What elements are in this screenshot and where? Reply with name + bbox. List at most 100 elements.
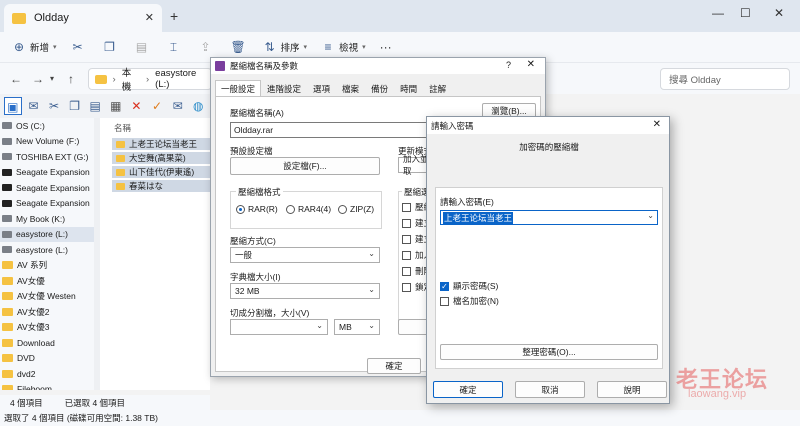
- view-label: 檢視: [339, 43, 359, 54]
- sidebar-item[interactable]: Seagate Expansion: [0, 180, 94, 196]
- file-row[interactable]: 大空舞(高果菜): [112, 152, 214, 164]
- maximize-button[interactable]: ☐: [740, 6, 751, 20]
- ok-button[interactable]: 確定: [433, 381, 503, 398]
- chevron-down-icon: ⌄: [368, 285, 375, 294]
- split-unit-value: MB: [339, 322, 352, 332]
- sidebar-item[interactable]: easystore (L:): [0, 242, 94, 258]
- sidebar-item[interactable]: Download: [0, 335, 94, 351]
- dictionary-size-select[interactable]: 32 MB ⌄: [230, 283, 380, 299]
- sidebar-item[interactable]: easystore (L:): [0, 226, 94, 242]
- archive-name-input[interactable]: Oldday.rar: [230, 122, 430, 138]
- sidebar-item[interactable]: Fileboom: [0, 382, 94, 390]
- external-drive-icon: [2, 199, 12, 207]
- sidebar-item[interactable]: AV女優2: [0, 304, 94, 320]
- share-button[interactable]: ⇪: [199, 40, 217, 54]
- checkmark-icon[interactable]: ✓: [148, 97, 166, 115]
- item-count-bar: 4 個項目 已選取 4 個項目: [0, 395, 210, 410]
- history-chevron-icon[interactable]: ▾: [50, 74, 54, 83]
- paste-icon[interactable]: ▤: [86, 97, 104, 115]
- format-rar4-radio[interactable]: RAR4(4): [286, 204, 331, 214]
- sidebar-item[interactable]: New Volume (F:): [0, 134, 94, 150]
- ok-button[interactable]: 確定: [367, 358, 421, 374]
- help-icon[interactable]: ?: [506, 60, 511, 70]
- sidebar-item[interactable]: DVD: [0, 351, 94, 367]
- crumb-drive[interactable]: easystore (L:): [155, 68, 211, 90]
- tab-close-button[interactable]: ✕: [145, 11, 154, 24]
- scissors-icon[interactable]: ✂: [45, 97, 63, 115]
- globe-icon[interactable]: ◍: [189, 97, 207, 115]
- sidebar-item[interactable]: AV女優3: [0, 320, 94, 336]
- method-label: 壓縮方式(C): [230, 236, 276, 246]
- delete-x-icon[interactable]: ✕: [128, 97, 146, 115]
- method-select[interactable]: 一般 ⌄: [230, 247, 380, 263]
- column-header-name[interactable]: 名稱: [114, 122, 131, 134]
- panel-icon[interactable]: ▣: [4, 97, 22, 115]
- sidebar-item[interactable]: OS (C:): [0, 118, 94, 134]
- search-input[interactable]: 搜尋 Oldday: [660, 68, 790, 90]
- view-button[interactable]: ≡ 檢視 ▾: [321, 40, 366, 54]
- folder-icon: [2, 354, 13, 363]
- sort-button[interactable]: ⇅ 排序 ▾: [263, 40, 308, 54]
- trash-icon: 🗑: [230, 40, 246, 54]
- paste-button[interactable]: ▤: [135, 40, 153, 54]
- encrypt-filenames-checkbox[interactable]: 檔名加密(N): [440, 295, 499, 307]
- sidebar-item[interactable]: AV 系列: [0, 258, 94, 274]
- dictionary-size-label: 字典檔大小(I): [230, 272, 281, 282]
- sidebar-item[interactable]: AV女優: [0, 273, 94, 289]
- radio-label: RAR4(4): [298, 204, 332, 214]
- organize-passwords-button[interactable]: 整理密碼(O)...: [440, 344, 658, 360]
- back-arrow-icon[interactable]: ←: [10, 72, 22, 86]
- password-input[interactable]: 上老王论坛当老王 ⌄: [440, 210, 658, 225]
- split-unit-select[interactable]: MB ⌄: [334, 319, 380, 335]
- address-field[interactable]: › 本機 › easystore (L:): [88, 65, 212, 93]
- folder-icon: [116, 140, 125, 148]
- new-button[interactable]: ⊕ 新增 ▾: [12, 40, 57, 54]
- rename-button[interactable]: ⌶: [167, 40, 185, 54]
- cut-button[interactable]: ✂: [71, 40, 89, 54]
- sidebar-item[interactable]: Seagate Expansion: [0, 165, 94, 181]
- properties-icon[interactable]: ▦: [107, 97, 125, 115]
- file-row[interactable]: 春菜はな: [112, 180, 214, 192]
- format-rar-radio[interactable]: RAR(R): [236, 204, 278, 214]
- chevron-down-icon: ⌄: [368, 321, 375, 330]
- crumb-this-pc[interactable]: 本機: [122, 65, 140, 93]
- mail-icon[interactable]: ✉: [25, 97, 43, 115]
- checkbox: [402, 202, 411, 212]
- sidebar-item-label: Seagate Expansion: [16, 182, 90, 193]
- sidebar-item-label: AV 系列: [17, 260, 48, 271]
- close-icon[interactable]: ✕: [653, 119, 661, 130]
- up-arrow-icon[interactable]: ↑: [68, 72, 74, 86]
- format-zip-radio[interactable]: ZIP(Z): [338, 204, 374, 214]
- chevron-down-icon[interactable]: ⌄: [647, 211, 654, 220]
- title-bar: Oldday ✕ + — ☐ ✕: [0, 0, 800, 32]
- copy-button[interactable]: ❐: [103, 40, 121, 54]
- sidebar-item[interactable]: AV女優 Westen: [0, 289, 94, 305]
- sidebar-item[interactable]: Seagate Expansion: [0, 196, 94, 212]
- crumb-sep-icon: ›: [112, 73, 116, 85]
- file-row[interactable]: 上老王论坛当老王: [112, 138, 214, 150]
- file-row[interactable]: 山下佳代(伊東遙): [112, 166, 214, 178]
- close-icon[interactable]: ✕: [527, 59, 535, 70]
- crumb-sep-icon: ›: [145, 73, 150, 85]
- format-group-label: 壓縮檔格式: [236, 186, 283, 198]
- minimize-button[interactable]: —: [712, 6, 724, 20]
- forward-arrow-icon[interactable]: →: [32, 72, 44, 86]
- help-button[interactable]: 說明: [597, 381, 667, 398]
- sidebar-item[interactable]: TOSHIBA EXT (G:): [0, 149, 94, 165]
- legacy-toolbar: ▣ ✉ ✂ ❐ ▤ ▦ ✕ ✓ ✉ ◍: [0, 94, 210, 118]
- tab-oldday[interactable]: Oldday ✕: [4, 4, 162, 32]
- profiles-button[interactable]: 設定檔(F)...: [230, 157, 380, 175]
- email-icon[interactable]: ✉: [169, 97, 187, 115]
- sidebar-item[interactable]: dvd2: [0, 366, 94, 382]
- cancel-button[interactable]: 取消: [515, 381, 585, 398]
- folder-icon: [2, 292, 13, 301]
- delete-button[interactable]: 🗑: [231, 40, 249, 54]
- close-window-button[interactable]: ✕: [774, 6, 784, 20]
- show-password-checkbox[interactable]: ✓ 顯示密碼(S): [440, 280, 498, 292]
- sidebar-item[interactable]: My Book (K:): [0, 211, 94, 227]
- split-size-select[interactable]: ⌄: [230, 319, 328, 335]
- more-button[interactable]: ···: [380, 40, 392, 54]
- new-tab-button[interactable]: +: [170, 8, 178, 24]
- folder-icon: [2, 307, 13, 316]
- copy-icon[interactable]: ❐: [66, 97, 84, 115]
